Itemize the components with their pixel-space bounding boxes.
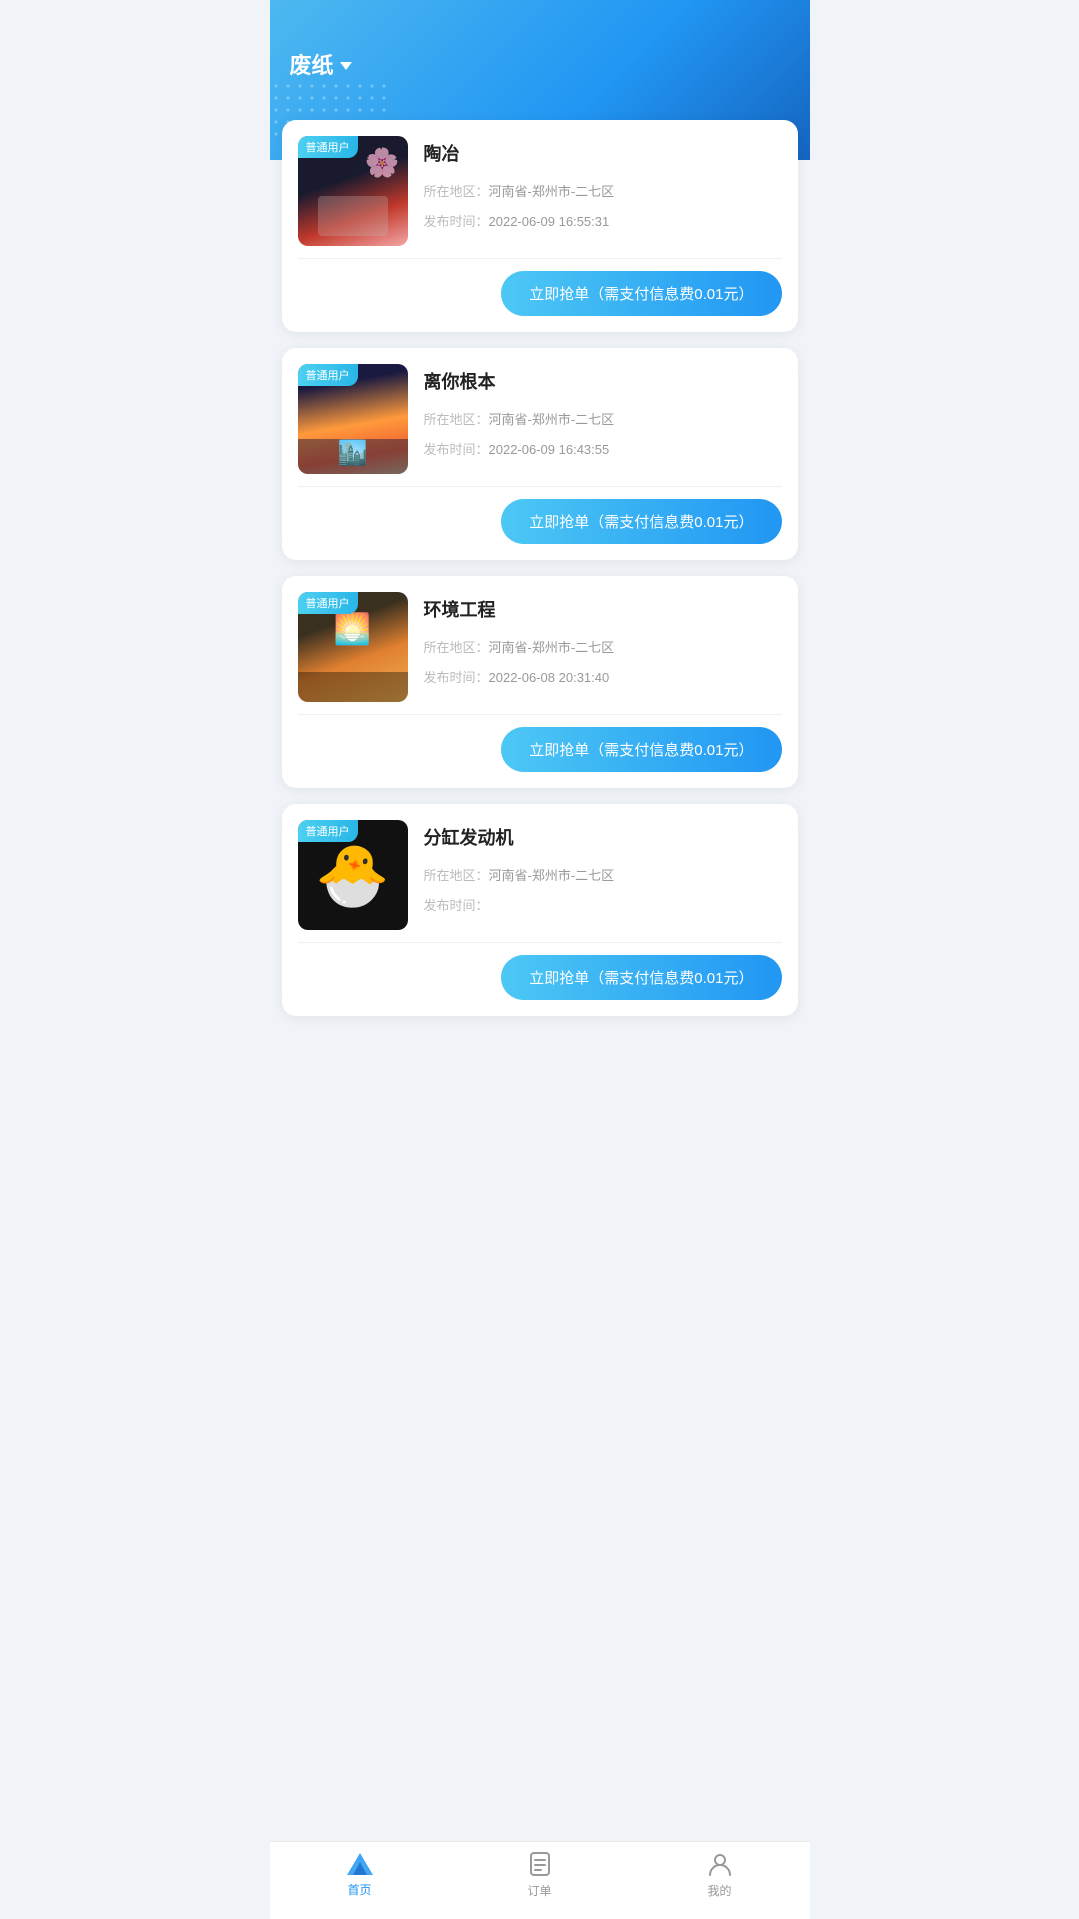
card-info-3: 环境工程 所在地区：河南省-郑州市-二七区 发布时间：2022-06-08 20… <box>424 592 782 697</box>
card-name-4: 分缸发动机 <box>424 824 782 850</box>
card-name-2: 离你根本 <box>424 368 782 394</box>
user-badge-3: 普通用户 <box>298 592 358 614</box>
card-divider-4 <box>298 942 782 943</box>
card-info-1: 陶冶 所在地区：河南省-郑州市-二七区 发布时间：2022-06-09 16:5… <box>424 136 782 241</box>
card-action-row-4: 立即抢单（需支付信息费0.01元） <box>298 955 782 1000</box>
user-badge-1: 普通用户 <box>298 136 358 158</box>
grab-btn-1[interactable]: 立即抢单（需支付信息费0.01元） <box>501 271 781 316</box>
nav-label-order: 订单 <box>527 1882 551 1899</box>
card-4: 普通用户 分缸发动机 所在地区：河南省-郑州市-二七区 发布时间： 立即抢单（需… <box>282 804 798 1016</box>
grab-btn-2[interactable]: 立即抢单（需支付信息费0.01元） <box>501 499 781 544</box>
user-badge-2: 普通用户 <box>298 364 358 386</box>
card-divider-1 <box>298 258 782 259</box>
card-top-1: 普通用户 陶冶 所在地区：河南省-郑州市-二七区 发布时间：2022-06-09… <box>298 136 782 246</box>
nav-item-home[interactable]: 首页 <box>325 1851 395 1898</box>
card-image-wrap-3: 普通用户 <box>298 592 408 702</box>
card-region-4: 所在地区：河南省-郑州市-二七区 <box>424 866 782 886</box>
card-divider-2 <box>298 486 782 487</box>
header-title: 废纸 <box>290 48 334 80</box>
card-region-2: 所在地区：河南省-郑州市-二七区 <box>424 410 782 430</box>
card-region-3: 所在地区：河南省-郑州市-二七区 <box>424 638 782 658</box>
card-image-wrap-1: 普通用户 <box>298 136 408 246</box>
user-icon <box>706 1850 734 1878</box>
card-top-3: 普通用户 环境工程 所在地区：河南省-郑州市-二七区 发布时间：2022-06-… <box>298 592 782 702</box>
bottom-nav: 首页 订单 我的 <box>270 1841 810 1919</box>
card-action-row-3: 立即抢单（需支付信息费0.01元） <box>298 727 782 772</box>
card-time-2: 发布时间：2022-06-09 16:43:55 <box>424 440 782 460</box>
card-time-1: 发布时间：2022-06-09 16:55:31 <box>424 212 782 232</box>
nav-label-home: 首页 <box>347 1881 371 1898</box>
card-image-wrap-2: 普通用户 <box>298 364 408 474</box>
card-name-3: 环境工程 <box>424 596 782 622</box>
card-action-row-1: 立即抢单（需支付信息费0.01元） <box>298 271 782 316</box>
card-top-4: 普通用户 分缸发动机 所在地区：河南省-郑州市-二七区 发布时间： <box>298 820 782 930</box>
nav-item-order[interactable]: 订单 <box>505 1850 575 1899</box>
card-time-3: 发布时间：2022-06-08 20:31:40 <box>424 668 782 688</box>
grab-btn-3[interactable]: 立即抢单（需支付信息费0.01元） <box>501 727 781 772</box>
card-action-row-2: 立即抢单（需支付信息费0.01元） <box>298 499 782 544</box>
card-time-4: 发布时间： <box>424 896 782 916</box>
card-name-1: 陶冶 <box>424 140 782 166</box>
card-1: 普通用户 陶冶 所在地区：河南省-郑州市-二七区 发布时间：2022-06-09… <box>282 120 798 332</box>
card-image-wrap-4: 普通用户 <box>298 820 408 930</box>
card-info-4: 分缸发动机 所在地区：河南省-郑州市-二七区 发布时间： <box>424 820 782 925</box>
nav-item-mine[interactable]: 我的 <box>685 1850 755 1899</box>
card-info-2: 离你根本 所在地区：河南省-郑州市-二七区 发布时间：2022-06-09 16… <box>424 364 782 469</box>
grab-btn-4[interactable]: 立即抢单（需支付信息费0.01元） <box>501 955 781 1000</box>
home-icon <box>346 1851 374 1877</box>
card-3: 普通用户 环境工程 所在地区：河南省-郑州市-二七区 发布时间：2022-06-… <box>282 576 798 788</box>
card-divider-3 <box>298 714 782 715</box>
nav-label-mine: 我的 <box>707 1882 731 1899</box>
card-2: 普通用户 离你根本 所在地区：河南省-郑州市-二七区 发布时间：2022-06-… <box>282 348 798 560</box>
order-icon <box>526 1850 554 1878</box>
chevron-down-icon[interactable] <box>340 62 352 70</box>
user-badge-4: 普通用户 <box>298 820 358 842</box>
card-region-1: 所在地区：河南省-郑州市-二七区 <box>424 182 782 202</box>
content-area: 普通用户 陶冶 所在地区：河南省-郑州市-二七区 发布时间：2022-06-09… <box>270 120 810 1132</box>
card-top-2: 普通用户 离你根本 所在地区：河南省-郑州市-二七区 发布时间：2022-06-… <box>298 364 782 474</box>
header-title-row: 废纸 <box>290 48 790 80</box>
